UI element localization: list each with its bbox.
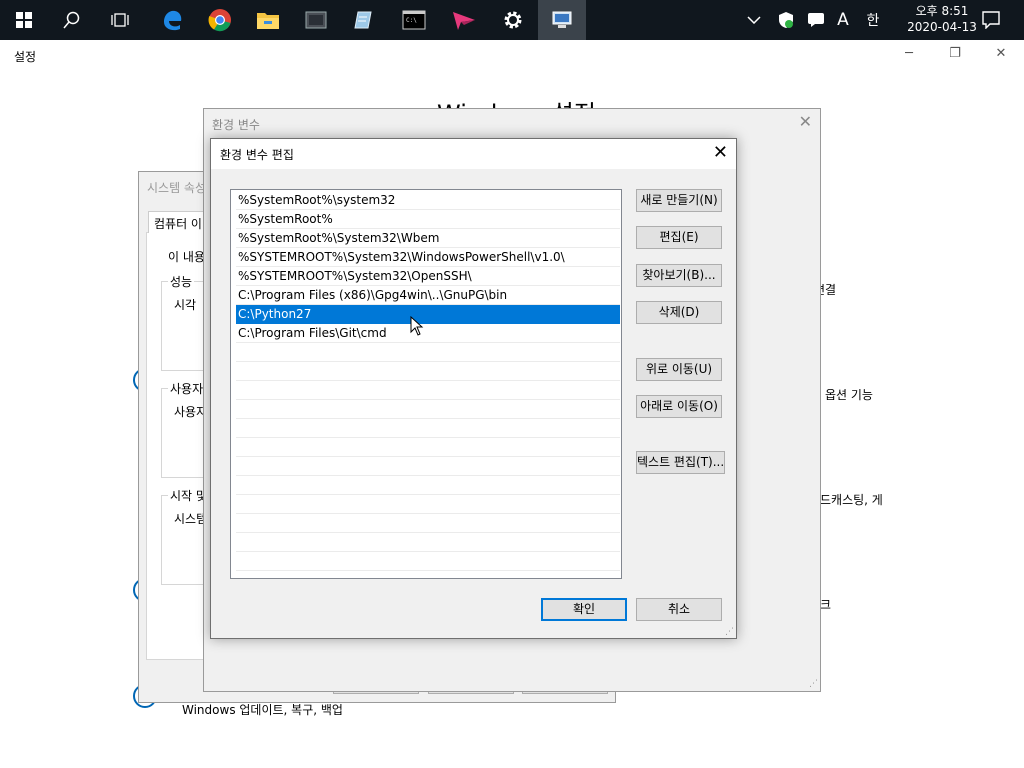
close-icon[interactable]: ✕ [713, 142, 728, 163]
path-list[interactable]: %SystemRoot%\system32 %SystemRoot% %System… [230, 189, 622, 579]
cancel-button[interactable]: 취소 [636, 598, 722, 621]
action-center-button[interactable] [976, 0, 1006, 40]
settings-gaming-text: 드캐스팅, 게 [820, 493, 883, 507]
taskbar-chrome[interactable] [196, 0, 244, 40]
windows-security-tray[interactable] [774, 0, 798, 40]
resize-grip-icon[interactable]: ⋰ [809, 679, 818, 689]
path-list-item[interactable]: %SYSTEMROOT%\System32\OpenSSH\ [236, 267, 620, 286]
mouse-cursor-icon [410, 316, 424, 336]
path-list-empty-row[interactable] [236, 552, 620, 571]
ime-mode-indicator[interactable]: A [832, 0, 854, 40]
delete-button[interactable]: 삭제(D) [636, 301, 722, 324]
path-list-empty-row[interactable] [236, 381, 620, 400]
search-button[interactable] [48, 0, 96, 40]
chat-bubble-icon [808, 13, 824, 27]
notepad-icon [354, 11, 372, 29]
ime-language-indicator[interactable]: 한 [862, 0, 884, 40]
path-list-empty-row[interactable] [236, 343, 620, 362]
path-list-empty-row[interactable] [236, 495, 620, 514]
close-settings-button[interactable]: ✕ [978, 46, 1024, 66]
path-list-item[interactable]: %SystemRoot%\system32 [236, 191, 620, 210]
browse-button[interactable]: 찾아보기(B)... [636, 264, 722, 287]
paper-plane-icon [453, 12, 475, 30]
task-view-icon [111, 13, 129, 27]
path-list-empty-row[interactable] [236, 476, 620, 495]
taskbar-terminal[interactable]: C:\ [390, 0, 438, 40]
taskbar-settings[interactable] [489, 0, 537, 40]
show-hidden-icons-button[interactable] [742, 0, 766, 40]
path-list-item[interactable]: C:\Program Files (x86)\Gpg4win\..\GnuPG\… [236, 286, 620, 305]
sysprops-intro: 이 내용 [168, 250, 205, 264]
edit-text-button[interactable]: 텍스트 편집(T)... [636, 451, 725, 474]
taskbar-app-dark[interactable] [292, 0, 340, 40]
settings-apps-text: 옵션 기능 [825, 388, 873, 402]
path-list-item[interactable]: %SystemRoot%\System32\Wbem [236, 229, 620, 248]
restore-button[interactable]: ❐ [932, 46, 978, 66]
notification-icon [982, 11, 1000, 29]
folder-icon [257, 13, 279, 29]
path-list-item[interactable]: %SYSTEMROOT%\System32\WindowsPowerShell\… [236, 248, 620, 267]
taskbar-edge[interactable] [148, 0, 196, 40]
system-computer-icon [552, 11, 572, 28]
clock-time: 오후 8:51 [915, 4, 969, 18]
shield-icon [779, 12, 793, 28]
path-list-item[interactable]: C:\Program Files\Git\cmd [236, 324, 620, 343]
path-list-empty-row[interactable] [236, 514, 620, 533]
environment-variables-title: 환경 변수 [212, 118, 260, 132]
path-list-empty-row[interactable] [236, 438, 620, 457]
resize-grip-icon[interactable]: ⋰ [725, 627, 734, 637]
taskbar-send-app[interactable] [440, 0, 488, 40]
terminal-icon: C:\ [402, 10, 426, 30]
settings-window-title: 설정 [14, 50, 37, 64]
taskbar: C:\ A 한 오후 8:51 2020-04-13 [0, 0, 1024, 40]
path-list-empty-row[interactable] [236, 419, 620, 438]
system-properties-title: 시스템 속성 [147, 181, 207, 195]
chevron-up-icon [747, 16, 761, 24]
new-button[interactable]: 새로 만들기(N) [636, 189, 722, 212]
dialog-title: 환경 변수 편집 [220, 148, 294, 162]
move-up-button[interactable]: 위로 이동(U) [636, 358, 722, 381]
svg-text:C:\: C:\ [406, 17, 417, 24]
chrome-icon [208, 9, 231, 32]
path-list-item[interactable]: C:\Python27 [236, 305, 620, 324]
performance-group-label: 성능 [168, 273, 195, 290]
dialog-titlebar[interactable]: 환경 변수 편집 ✕ [211, 139, 736, 169]
taskbar-notepad[interactable] [340, 0, 388, 40]
windows-logo-icon [16, 12, 32, 28]
minimize-button[interactable]: ─ [886, 46, 932, 66]
ok-button[interactable]: 확인 [541, 598, 627, 621]
start-button[interactable] [0, 0, 48, 40]
path-list-empty-row[interactable] [236, 533, 620, 552]
close-icon[interactable]: ✕ [799, 112, 812, 131]
task-view-button[interactable] [96, 0, 144, 40]
settings-update-desc: Windows 업데이트, 복구, 백업 [182, 703, 343, 717]
edit-environment-variable-dialog: 환경 변수 편집 ✕ %SystemRoot%\system32 %SystemR… [210, 138, 737, 639]
user-profile-group-label: 사용자 [168, 380, 206, 397]
taskbar-system-properties[interactable] [538, 0, 586, 40]
settings-ease-text: 크 [820, 598, 832, 612]
clock-date: 2020-04-13 [907, 20, 977, 34]
edit-button[interactable]: 편집(E) [636, 226, 722, 249]
taskbar-file-explorer[interactable] [244, 0, 292, 40]
path-list-empty-row[interactable] [236, 457, 620, 476]
dark-window-app-icon [305, 11, 327, 29]
gear-icon [504, 11, 522, 29]
move-down-button[interactable]: 아래로 이동(O) [636, 395, 722, 418]
path-list-item[interactable]: %SystemRoot% [236, 210, 620, 229]
path-list-empty-row[interactable] [236, 400, 620, 419]
search-icon [63, 11, 80, 29]
messaging-tray[interactable] [804, 0, 828, 40]
taskbar-clock[interactable]: 오후 8:51 2020-04-13 [906, 3, 978, 35]
edge-icon [164, 10, 182, 31]
performance-desc: 시각 [174, 298, 197, 312]
path-list-empty-row[interactable] [236, 362, 620, 381]
